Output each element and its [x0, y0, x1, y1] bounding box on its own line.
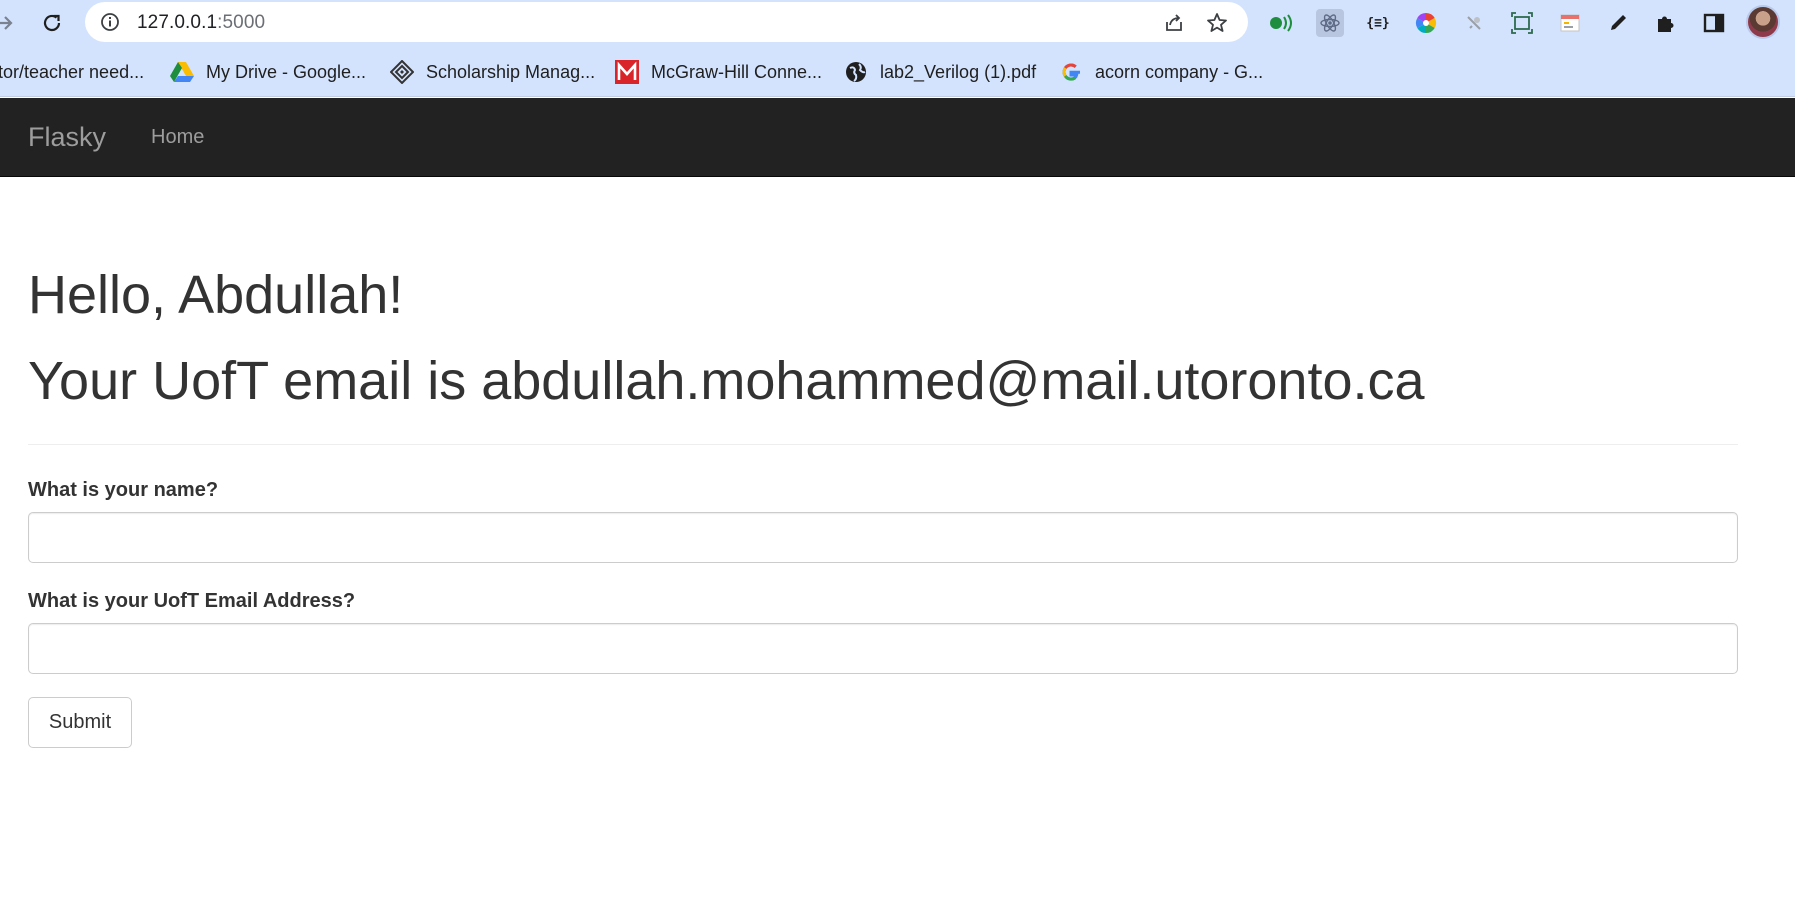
email-heading: Your UofT email is abdullah.mohammed@mai… [28, 351, 1425, 411]
submit-button[interactable]: Submit [28, 697, 132, 748]
bookmark-star-icon[interactable] [1205, 11, 1229, 35]
url-host: 127.0.0.1 [137, 12, 218, 33]
bookmark-item[interactable]: Scholarship Manag... [390, 59, 595, 85]
reload-icon [43, 14, 61, 32]
green-signal-icon[interactable] [1268, 9, 1296, 37]
eyedropper-icon[interactable] [1604, 9, 1632, 37]
name-label: What is your name? [28, 479, 219, 501]
bookmark-label: lab2_Verilog (1).pdf [880, 61, 1037, 82]
bookmark-label: My Drive - Google... [206, 61, 367, 82]
mcgraw-hill-icon [615, 60, 639, 84]
url-text[interactable]: 127.0.0.1:5000 [137, 12, 265, 34]
bookmark-label: acorn company - G... [1095, 61, 1264, 82]
google-icon [1059, 60, 1083, 84]
side-panel-icon[interactable] [1700, 9, 1728, 37]
address-bar[interactable]: 127.0.0.1:5000 [85, 2, 1248, 42]
share-icon[interactable] [1162, 11, 1186, 35]
name-input[interactable] [28, 512, 1738, 563]
profile-avatar[interactable] [1746, 5, 1780, 39]
url-port: :5000 [217, 12, 266, 33]
color-wheel-icon[interactable] [1412, 9, 1440, 37]
bookmark-label: tor/teacher need... [0, 61, 145, 82]
app-navbar: Flasky Home [0, 98, 1795, 177]
greeting-heading: Hello, Abdullah! [28, 265, 404, 325]
screenshot-frame-icon[interactable] [1508, 9, 1536, 37]
email-input[interactable] [28, 623, 1738, 674]
bookmark-item[interactable]: McGraw-Hill Conne... [615, 59, 822, 85]
navbar-brand[interactable]: Flasky [28, 122, 106, 153]
bookmark-item[interactable]: My Drive - Google... [170, 59, 366, 85]
bookmark-item[interactable]: lab2_Verilog (1).pdf [844, 59, 1036, 85]
reload-button[interactable] [35, 6, 69, 40]
nav-link-home[interactable]: Home [151, 126, 204, 149]
bookmark-item[interactable]: acorn company - G... [1059, 59, 1263, 85]
bookmark-item[interactable]: tor/teacher need... [0, 59, 144, 85]
calendar-icon[interactable] [1556, 9, 1584, 37]
puzzle-piece-icon[interactable] [1652, 9, 1680, 37]
forward-button[interactable] [0, 6, 22, 40]
arrow-right-icon [0, 16, 13, 30]
bug-icon[interactable] [1460, 9, 1488, 37]
globe-icon [844, 60, 868, 84]
bookmark-label: Scholarship Manag... [426, 61, 596, 82]
google-drive-icon [170, 60, 194, 84]
site-info-icon[interactable] [100, 12, 120, 32]
json-braces-icon[interactable]: {≡} [1364, 9, 1392, 37]
bookmark-label: McGraw-Hill Conne... [651, 61, 823, 82]
diamond-logo-icon [390, 60, 414, 84]
email-label: What is your UofT Email Address? [28, 590, 356, 612]
bookmarks-bar: tor/teacher need... My Drive - Google...… [0, 46, 1795, 97]
react-atom-icon[interactable] [1316, 9, 1344, 37]
browser-toolbar: 127.0.0.1:5000 {≡} [0, 0, 1795, 46]
header-divider [28, 444, 1738, 445]
